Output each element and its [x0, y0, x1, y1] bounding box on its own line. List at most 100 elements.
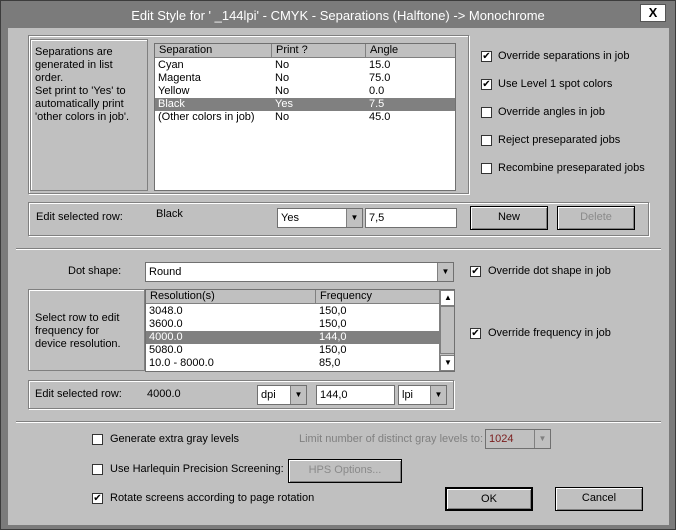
selected-resolution: 4000.0	[147, 388, 181, 400]
scroll-up-icon[interactable]: ▲	[440, 290, 454, 306]
table-cell: Yellow	[158, 85, 190, 97]
frequency-unit-value: lpi	[402, 389, 414, 401]
table-row[interactable]: 3600.0 150,0	[146, 318, 439, 331]
info-line: Set print to 'Yes' to	[35, 85, 126, 97]
frequency-unit-select[interactable]: lpi ▼	[398, 385, 447, 405]
selected-separation-name: Black	[156, 208, 183, 220]
table-row[interactable]: 4000.0 144,0	[146, 331, 439, 344]
hps-checkbox[interactable]	[92, 464, 103, 475]
info-line: Separations are	[35, 46, 113, 58]
table-cell: 5080.0	[149, 344, 183, 356]
override-dot-shape-label[interactable]: Override dot shape in job	[488, 265, 611, 277]
chevron-down-icon[interactable]: ▼	[290, 386, 306, 404]
table-cell: 3048.0	[149, 305, 183, 317]
extra-gray-levels-checkbox[interactable]	[92, 434, 103, 445]
table-cell: 15.0	[369, 59, 391, 71]
title-bar[interactable]: Edit Style for ' _144lpi' - CMYK - Separ…	[2, 2, 674, 28]
info-line: order.	[35, 72, 64, 84]
override-frequency-checkbox[interactable]: ✔	[470, 328, 481, 339]
table-cell: 150,0	[319, 344, 347, 356]
divider	[16, 248, 661, 250]
frequency-info: Select row to edit frequency for device …	[28, 289, 145, 371]
frequency-scrollbar[interactable]: ▲ ▼	[439, 290, 454, 371]
hps-label[interactable]: Use Harlequin Precision Screening:	[110, 463, 284, 475]
frequency-field[interactable]: 144,0	[316, 385, 395, 405]
option-label[interactable]: Reject preseparated jobs	[498, 134, 620, 146]
cancel-button[interactable]: Cancel	[555, 487, 643, 511]
divider	[16, 421, 661, 423]
separations-list[interactable]: Separation Print ? Angle Cyan No 15.0 Magen…	[154, 43, 456, 191]
dot-shape-value: Round	[149, 266, 182, 278]
close-button[interactable]: X	[640, 4, 666, 22]
resolution-unit-value: dpi	[261, 389, 276, 401]
option-checkbox[interactable]	[481, 163, 492, 174]
print-select-value: Yes	[281, 212, 299, 224]
table-row[interactable]: 5080.0 150,0	[146, 344, 439, 357]
table-row[interactable]: 3048.0 150,0	[146, 305, 439, 318]
table-cell: (Other colors in job)	[158, 111, 255, 123]
column-header-print[interactable]: Print ?	[272, 44, 366, 58]
separations-info: Separations are generated in list order.…	[30, 39, 148, 191]
scroll-thumb[interactable]	[440, 306, 454, 354]
table-row[interactable]: Cyan No 15.0	[155, 59, 455, 72]
info-line: 'other colors in job'.	[35, 111, 130, 123]
option-checkbox[interactable]: ✔	[481, 51, 492, 62]
resolution-unit-select[interactable]: dpi ▼	[257, 385, 307, 405]
option-checkbox[interactable]	[481, 107, 492, 118]
option-checkbox[interactable]	[481, 135, 492, 146]
chevron-down-icon[interactable]: ▼	[437, 263, 453, 281]
chevron-down-icon[interactable]: ▼	[534, 430, 550, 448]
angle-field[interactable]: 7,5	[365, 208, 457, 228]
table-cell: 10.0 - 8000.0	[149, 357, 214, 369]
table-cell: 144,0	[319, 331, 347, 343]
column-header-frequency[interactable]: Frequency	[316, 290, 440, 304]
table-cell: No	[275, 59, 290, 71]
table-row[interactable]: Black Yes 7.5	[155, 98, 455, 111]
rotate-screens-checkbox[interactable]: ✔	[92, 493, 103, 504]
dialog-window: Edit Style for ' _144lpi' - CMYK - Separ…	[0, 0, 676, 530]
dot-shape-select[interactable]: Round ▼	[145, 262, 454, 282]
table-cell: No	[275, 85, 290, 97]
info-line: generated in list	[35, 59, 113, 71]
dialog-body: Separations are generated in list order.…	[8, 28, 669, 525]
option-label[interactable]: Override angles in job	[498, 106, 605, 118]
table-row[interactable]: 10.0 - 8000.0 85,0	[146, 357, 439, 370]
gray-limit-value: 1024	[489, 433, 514, 445]
gray-limit-select[interactable]: 1024 ▼	[485, 429, 551, 449]
ok-button[interactable]: OK	[445, 487, 533, 511]
print-select[interactable]: Yes ▼	[277, 208, 363, 228]
table-cell: Magenta	[158, 72, 201, 84]
table-cell: 45.0	[369, 111, 391, 123]
column-header-resolution[interactable]: Resolution(s)	[146, 290, 316, 304]
gray-limit-label: Limit number of distinct gray levels to:	[299, 433, 484, 445]
rotate-screens-label[interactable]: Rotate screens according to page rotatio…	[110, 492, 314, 504]
table-cell: No	[275, 111, 290, 123]
info-line: Select row to edit	[35, 312, 120, 324]
table-cell: Black	[158, 98, 185, 110]
column-header-angle[interactable]: Angle	[366, 44, 455, 58]
info-line: automatically print	[35, 98, 124, 110]
override-dot-shape-checkbox[interactable]: ✔	[470, 266, 481, 277]
table-cell: 150,0	[319, 305, 347, 317]
chevron-down-icon[interactable]: ▼	[430, 386, 446, 404]
new-button[interactable]: New	[470, 206, 548, 230]
frequency-list[interactable]: Resolution(s) Frequency 3048.0 150,0 3600.…	[145, 289, 455, 372]
table-row[interactable]: Yellow No 0.0	[155, 85, 455, 98]
table-cell: 4000.0	[149, 331, 183, 343]
extra-gray-levels-label[interactable]: Generate extra gray levels	[110, 433, 239, 445]
column-header-separation[interactable]: Separation	[155, 44, 272, 58]
delete-button[interactable]: Delete	[557, 206, 635, 230]
info-line: device resolution.	[35, 338, 121, 350]
option-label[interactable]: Override separations in job	[498, 50, 629, 62]
scroll-down-icon[interactable]: ▼	[440, 355, 454, 371]
table-cell: 7.5	[369, 98, 385, 110]
override-frequency-label[interactable]: Override frequency in job	[488, 327, 611, 339]
hps-options-button[interactable]: HPS Options...	[288, 459, 402, 483]
table-row[interactable]: (Other colors in job) No 45.0	[155, 111, 455, 124]
option-label[interactable]: Use Level 1 spot colors	[498, 78, 612, 90]
table-row[interactable]: Magenta No 75.0	[155, 72, 455, 85]
chevron-down-icon[interactable]: ▼	[346, 209, 362, 227]
option-label[interactable]: Recombine preseparated jobs	[498, 162, 645, 174]
table-cell: 150,0	[319, 318, 347, 330]
option-checkbox[interactable]: ✔	[481, 79, 492, 90]
